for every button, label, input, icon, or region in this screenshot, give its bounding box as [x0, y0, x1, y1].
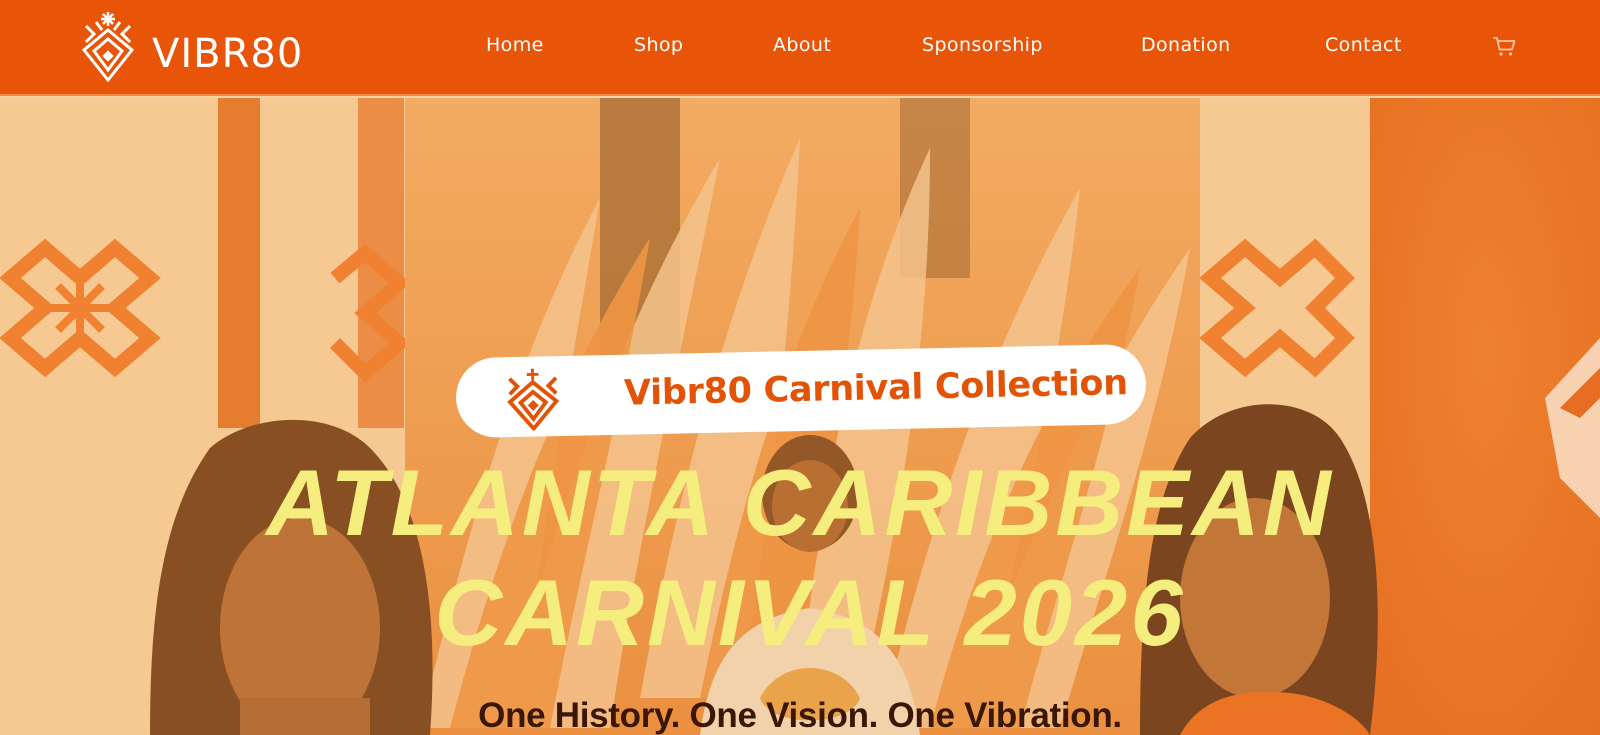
headline-line-2: CARNIVAL 2026 [434, 560, 1186, 665]
nav-about[interactable]: About [773, 34, 831, 56]
collection-title: Vibr80 Carnival Collection [623, 363, 1129, 414]
nav-home[interactable]: Home [486, 34, 544, 56]
headline-line-1: ATLANTA CARIBBEAN [266, 450, 1334, 555]
nav-shop[interactable]: Shop [634, 34, 683, 56]
collection-badge: Vibr80 Carnival Collection [455, 343, 1147, 439]
nav-donation[interactable]: Donation [1141, 34, 1231, 56]
nav-contact[interactable]: Contact [1325, 34, 1402, 56]
hero-banner: Vibr80 Carnival Collection ATLANTA CARIB… [0, 98, 1600, 735]
nav-sponsorship[interactable]: Sponsorship [922, 34, 1043, 56]
site-header: VIBR80 Home Shop About Sponsorship Donat… [0, 0, 1600, 96]
main-navigation: Home Shop About Sponsorship Donation Con… [0, 0, 1600, 96]
lion-logo-icon [507, 368, 560, 432]
hero-tagline: One History. One Vision. One Vibration. [478, 696, 1122, 735]
cart-icon[interactable] [1493, 36, 1517, 58]
hero-headline: ATLANTA CARIBBEAN CARNIVAL 2026 [0, 448, 1600, 668]
